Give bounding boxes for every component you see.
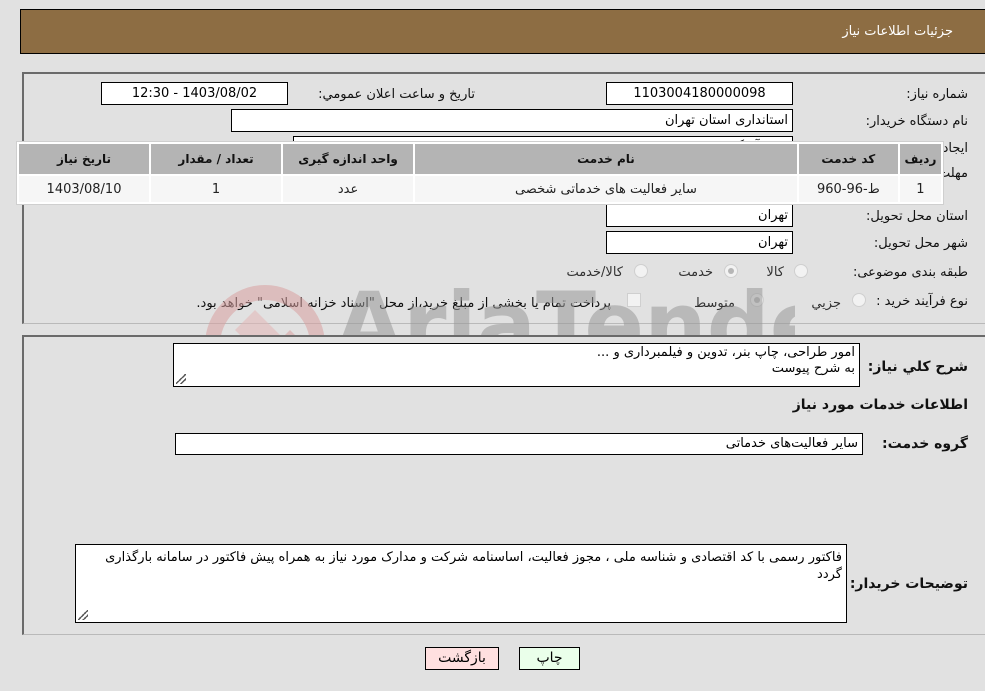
- category-radio-goods[interactable]: [794, 264, 808, 278]
- category-radio-service[interactable]: [724, 264, 738, 278]
- cell-need-date: 1403/08/10: [19, 176, 150, 202]
- table-row: 1 ط-96-960 سایر فعالیت های خدماتی شخصی ع…: [19, 176, 941, 202]
- buyer-org-label: نام دستگاه خریدار:: [865, 114, 968, 129]
- print-button[interactable]: چاپ: [519, 647, 580, 670]
- delivery-province-label: استان محل تحویل:: [866, 209, 968, 224]
- need-number-field: 1103004180000098: [606, 82, 793, 105]
- delivery-city-field: تهران: [606, 231, 793, 254]
- category-option-goods-service: کالا/خدمت: [566, 265, 623, 280]
- col-service-code: کد خدمت: [798, 144, 898, 174]
- need-number-label: شماره نیاز:: [906, 87, 968, 102]
- process-option-medium: متوسط: [694, 296, 735, 311]
- resize-grip-icon[interactable]: [78, 610, 88, 620]
- table-header-row: ردیف کد خدمت نام خدمت واحد اندازه گیری ت…: [19, 144, 941, 174]
- back-button[interactable]: بازگشت: [425, 647, 499, 670]
- cell-service-name: سایر فعالیت های خدماتی شخصی: [415, 176, 797, 202]
- services-table: ردیف کد خدمت نام خدمت واحد اندازه گیری ت…: [16, 141, 944, 205]
- summary-line-1: امور طراحی، چاپ بنر، تدوین و فیلمبرداری …: [596, 345, 855, 360]
- category-option-goods: کالا: [766, 265, 784, 280]
- treasury-bonds-checkbox[interactable]: [627, 293, 641, 307]
- col-service-name: نام خدمت: [415, 144, 797, 174]
- page-title: جزئیات اطلاعات نیاز: [842, 24, 953, 39]
- resize-grip-icon[interactable]: [176, 374, 186, 384]
- category-radio-goods-service[interactable]: [634, 264, 648, 278]
- cell-row-number: 1: [899, 176, 941, 202]
- service-group-field: سایر فعالیت‌های خدماتی: [175, 433, 863, 455]
- treasury-bonds-note: پرداخت تمام یا بخشی از مبلغ خرید،از محل …: [196, 296, 611, 311]
- buyer-org-field: استانداری استان تهران: [231, 109, 793, 132]
- cell-quantity: 1: [151, 176, 282, 202]
- buyer-notes-text: فاکتور رسمی با کد اقتصادی و شناسه ملی ، …: [105, 550, 842, 582]
- category-option-service: خدمت: [678, 265, 713, 280]
- services-section-title: اطلاعات خدمات مورد نیاز: [792, 397, 968, 413]
- announce-datetime-label: تاریخ و ساعت اعلان عمومي:: [318, 87, 475, 102]
- process-radio-minor[interactable]: [852, 293, 866, 307]
- delivery-city-label: شهر محل تحویل:: [873, 236, 968, 251]
- col-quantity: تعداد / مقدار: [151, 144, 282, 174]
- summary-line-2: به شرح پیوست: [771, 361, 855, 376]
- service-group-label: گروه خدمت:: [882, 436, 968, 452]
- page-header: جزئیات اطلاعات نیاز: [20, 9, 985, 54]
- category-label: طبقه بندی موضوعی:: [852, 265, 968, 280]
- col-unit: واحد اندازه گیری: [283, 144, 414, 174]
- process-option-minor: جزيي: [811, 296, 841, 311]
- cell-unit: عدد: [283, 176, 414, 202]
- cell-service-code: ط-96-960: [798, 176, 898, 202]
- col-need-date: تاریخ نیاز: [19, 144, 150, 174]
- buyer-notes-textarea[interactable]: فاکتور رسمی با کد اقتصادی و شناسه ملی ، …: [75, 544, 847, 623]
- process-radio-medium[interactable]: [750, 293, 764, 307]
- delivery-province-field: تهران: [606, 204, 793, 227]
- buyer-notes-label: توضیحات خریدار:: [849, 576, 968, 592]
- announce-datetime-field: 1403/08/02 - 12:30: [101, 82, 288, 105]
- summary-label: شرح كلي نياز:: [867, 359, 968, 375]
- purchase-process-label: نوع فرآیند خرید :: [876, 294, 968, 309]
- summary-textarea[interactable]: امور طراحی، چاپ بنر، تدوین و فیلمبرداری …: [173, 343, 860, 387]
- col-row-number: ردیف: [899, 144, 941, 174]
